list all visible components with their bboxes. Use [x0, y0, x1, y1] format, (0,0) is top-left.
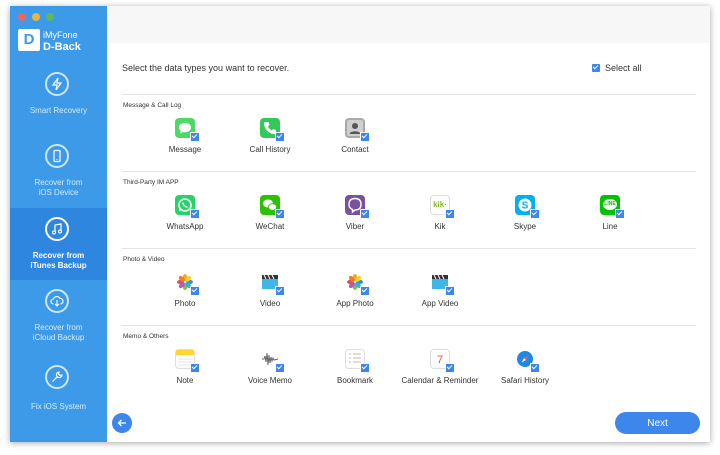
- item-label: Skype: [513, 222, 537, 231]
- item-label: Kik: [434, 222, 446, 231]
- checkbox-checked-icon: [592, 64, 600, 72]
- select-all-label: Select all: [605, 63, 642, 73]
- checkbox-checked-icon[interactable]: [360, 209, 370, 219]
- checkbox-checked-icon[interactable]: [190, 209, 200, 219]
- category-label: Message & Call Log: [123, 102, 182, 109]
- divider: [122, 325, 696, 326]
- close-window-button[interactable]: [18, 13, 26, 21]
- checkbox-checked-icon[interactable]: [190, 363, 200, 373]
- item-label: Contact: [341, 145, 369, 154]
- item-label: App Video: [421, 299, 459, 308]
- music-note-icon: [45, 217, 69, 241]
- instruction-text: Select the data types you want to recove…: [122, 63, 290, 73]
- checkbox-checked-icon[interactable]: [360, 363, 370, 373]
- wrench-icon: [45, 365, 69, 389]
- sidebar-item-itunes-backup[interactable]: Recover from iTunes Backup: [10, 208, 107, 280]
- item-label: Safari History: [500, 376, 549, 385]
- sidebar-item-fix-ios[interactable]: Fix iOS System: [10, 356, 107, 428]
- sidebar-item-smart-recovery[interactable]: Smart Recovery: [10, 63, 107, 135]
- top-bar: [107, 6, 710, 43]
- phone-icon: [45, 144, 69, 168]
- item-label: Bookmark: [336, 376, 373, 385]
- main-panel: Select the data types you want to recove…: [107, 6, 710, 442]
- item-label: App Photo: [336, 299, 374, 308]
- item-label: WeChat: [255, 222, 285, 231]
- zoom-window-button[interactable]: [46, 13, 54, 21]
- checkbox-checked-icon[interactable]: [530, 363, 540, 373]
- lightning-icon: [45, 72, 69, 96]
- select-all-checkbox[interactable]: Select all: [592, 63, 642, 73]
- checkbox-checked-icon[interactable]: [275, 132, 285, 142]
- category-label: Memo & Others: [123, 333, 169, 340]
- app-logo: D: [18, 29, 40, 51]
- sidebar-item-label: Smart Recovery: [29, 106, 88, 115]
- item-label: Calendar & Reminder: [401, 376, 479, 385]
- checkbox-checked-icon[interactable]: [190, 132, 200, 142]
- checkbox-checked-icon[interactable]: [615, 209, 625, 219]
- item-label: WhatsApp: [166, 222, 204, 231]
- item-label: Viber: [345, 222, 365, 231]
- sidebar-item-label: Fix iOS System: [30, 402, 87, 411]
- brand-company: iMyFone: [43, 30, 78, 40]
- checkbox-checked-icon[interactable]: [190, 286, 200, 296]
- checkbox-checked-icon[interactable]: [360, 286, 370, 296]
- sidebar-item-icloud-backup[interactable]: Recover from iCloud Backup: [10, 280, 107, 352]
- sidebar-item-label: Recover from iCloud Backup: [32, 323, 85, 342]
- checkbox-checked-icon[interactable]: [530, 209, 540, 219]
- divider: [122, 94, 696, 95]
- checkbox-checked-icon[interactable]: [445, 286, 455, 296]
- sidebar-item-ios-device[interactable]: Recover from iOS Device: [10, 135, 107, 207]
- checkbox-checked-icon[interactable]: [360, 132, 370, 142]
- minimize-window-button[interactable]: [32, 13, 40, 21]
- app-window: D iMyFone D-Back Smart Recovery Recover …: [10, 6, 710, 442]
- checkbox-checked-icon[interactable]: [275, 363, 285, 373]
- item-label: Call History: [249, 145, 291, 154]
- item-label: Video: [259, 299, 281, 308]
- sidebar-item-label: Recover from iTunes Backup: [30, 251, 87, 270]
- category-label: Third-Party IM APP: [123, 179, 179, 186]
- item-label: Line: [602, 222, 618, 231]
- item-label: Voice Memo: [247, 376, 293, 385]
- checkbox-checked-icon[interactable]: [445, 363, 455, 373]
- item-label: Photo: [174, 299, 196, 308]
- brand-product: D-Back: [43, 41, 81, 53]
- divider: [122, 248, 696, 249]
- sidebar: D iMyFone D-Back Smart Recovery Recover …: [10, 6, 107, 442]
- checkbox-checked-icon[interactable]: [445, 209, 455, 219]
- checkbox-checked-icon[interactable]: [275, 286, 285, 296]
- cloud-download-icon: [45, 289, 69, 313]
- divider: [122, 171, 696, 172]
- item-label: Note: [176, 376, 194, 385]
- checkbox-checked-icon[interactable]: [275, 209, 285, 219]
- svg-text:S: S: [522, 201, 529, 212]
- category-label: Photo & Video: [123, 256, 165, 263]
- item-label: Message: [168, 145, 202, 154]
- sidebar-item-label: Recover from iOS Device: [34, 178, 83, 197]
- next-button[interactable]: Next: [615, 412, 700, 434]
